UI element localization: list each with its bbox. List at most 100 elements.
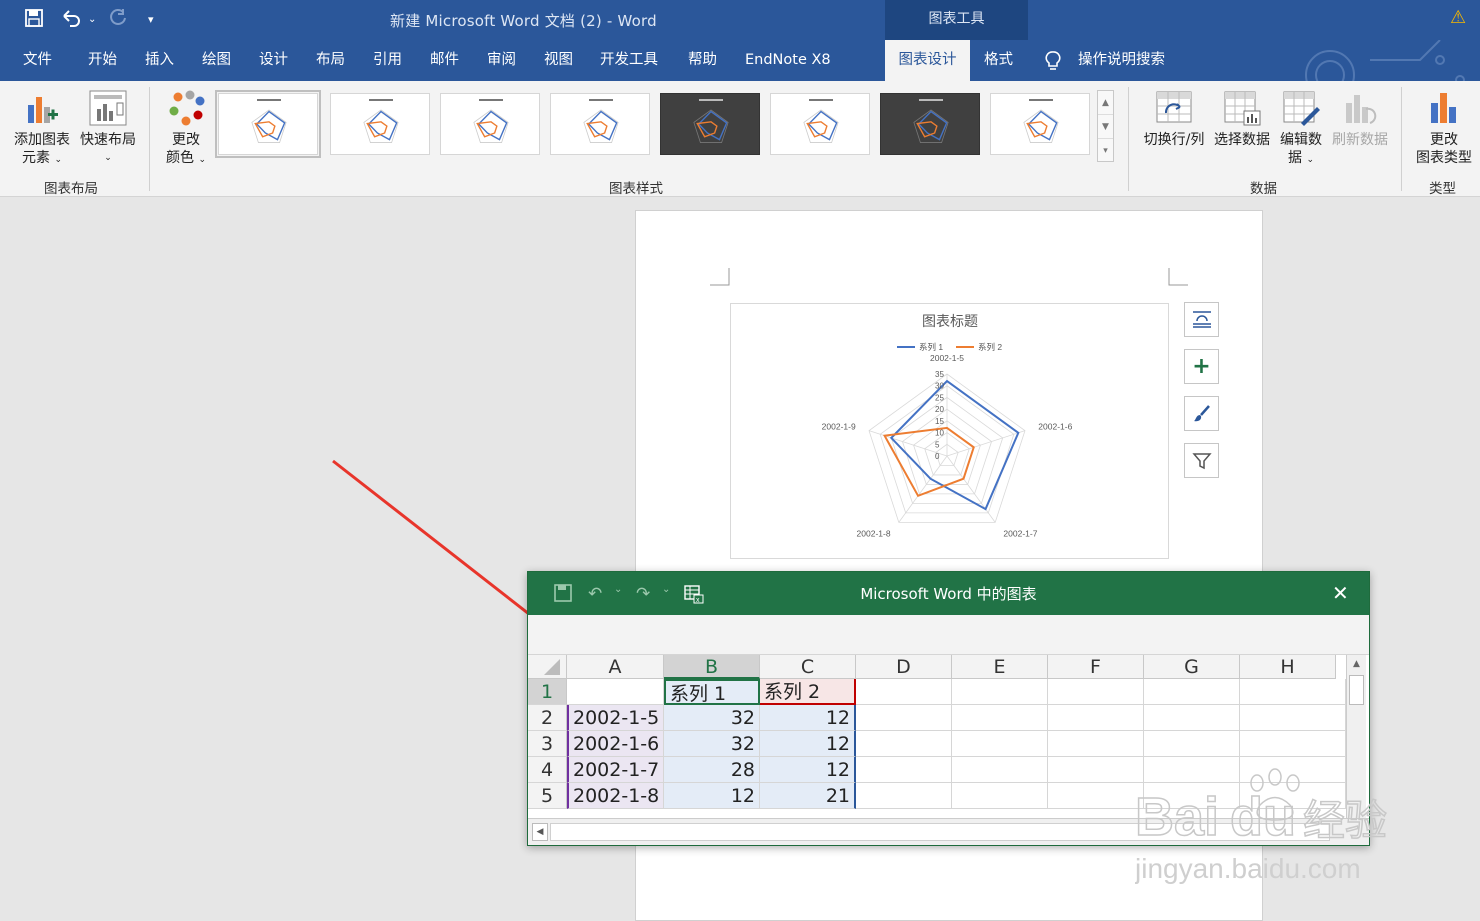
- chart-elements-button[interactable]: +: [1184, 349, 1219, 384]
- cell-c5[interactable]: 21: [760, 783, 856, 809]
- chart-styles-button[interactable]: [1184, 396, 1219, 431]
- cell-a3[interactable]: 2002-1-6: [567, 731, 664, 757]
- column-header-g[interactable]: G: [1144, 655, 1240, 679]
- quick-layout-button[interactable]: 快速布局 ⌄: [76, 89, 140, 167]
- cell-b2[interactable]: 32: [664, 705, 760, 731]
- empty-cell[interactable]: [856, 731, 952, 757]
- refresh-data-button[interactable]: 刷新数据: [1328, 89, 1392, 149]
- chart-style-7[interactable]: [880, 93, 980, 155]
- chart-filters-button[interactable]: [1184, 443, 1219, 478]
- gallery-up-icon[interactable]: ▲: [1098, 91, 1113, 115]
- empty-cell[interactable]: [1048, 783, 1144, 809]
- cell-a4[interactable]: 2002-1-7: [567, 757, 664, 783]
- column-header-c[interactable]: C: [760, 655, 856, 679]
- change-chart-type-button[interactable]: 更改 图表类型: [1410, 89, 1478, 167]
- chart-legend[interactable]: 系列 1 系列 2: [897, 342, 1002, 352]
- empty-cell[interactable]: [952, 783, 1048, 809]
- empty-cell[interactable]: [952, 705, 1048, 731]
- radar-chart[interactable]: 图表标题 系列 1 系列 2 35 30 25 20 15 10 5 0 2002-1-5 200…: [730, 303, 1169, 559]
- excel-formula-area[interactable]: [528, 615, 1369, 655]
- row-header-2[interactable]: 2: [528, 705, 567, 731]
- column-header-h[interactable]: H: [1240, 655, 1336, 679]
- empty-cell[interactable]: [1048, 731, 1144, 757]
- tab-draw[interactable]: 绘图: [194, 40, 239, 81]
- save-icon[interactable]: [24, 8, 44, 35]
- chart-style-4[interactable]: [550, 93, 650, 155]
- scroll-thumb[interactable]: [1349, 675, 1364, 705]
- switch-row-column-button[interactable]: 切换行/列: [1140, 89, 1208, 149]
- empty-cell[interactable]: [856, 679, 952, 705]
- row-header-3[interactable]: 3: [528, 731, 567, 757]
- chart-style-6[interactable]: [770, 93, 870, 155]
- customize-qat-icon[interactable]: ▾: [148, 8, 154, 32]
- empty-cell[interactable]: [1144, 679, 1240, 705]
- empty-cell[interactable]: [1144, 731, 1240, 757]
- cell-b3[interactable]: 32: [664, 731, 760, 757]
- cell-b1[interactable]: 系列 1: [664, 679, 760, 705]
- warning-icon[interactable]: ⚠: [1450, 7, 1466, 28]
- tab-developer[interactable]: 开发工具: [592, 40, 666, 81]
- tab-review[interactable]: 审阅: [479, 40, 524, 81]
- chart-style-5[interactable]: [660, 93, 760, 155]
- scroll-up-icon[interactable]: ▲: [1347, 655, 1366, 673]
- tab-insert[interactable]: 插入: [137, 40, 182, 81]
- row-header-5[interactable]: 5: [528, 783, 567, 809]
- column-header-e[interactable]: E: [952, 655, 1048, 679]
- column-header-f[interactable]: F: [1048, 655, 1144, 679]
- cell-b5[interactable]: 12: [664, 783, 760, 809]
- change-colors-button[interactable]: 更改 颜色 ⌄: [160, 89, 212, 169]
- row-header-4[interactable]: 4: [528, 757, 567, 783]
- empty-cell[interactable]: [1240, 679, 1346, 705]
- empty-cell[interactable]: [952, 731, 1048, 757]
- tab-help[interactable]: 帮助: [680, 40, 725, 81]
- tab-endnote[interactable]: EndNote X8: [737, 40, 839, 81]
- cell-c1[interactable]: 系列 2: [760, 679, 856, 705]
- chart-style-8[interactable]: [990, 93, 1090, 155]
- redo-icon[interactable]: [108, 8, 128, 35]
- tab-mailings[interactable]: 邮件: [422, 40, 467, 81]
- empty-cell[interactable]: [1144, 705, 1240, 731]
- empty-cell[interactable]: [856, 783, 952, 809]
- chart-style-2[interactable]: [330, 93, 430, 155]
- empty-cell[interactable]: [952, 679, 1048, 705]
- empty-cell[interactable]: [952, 757, 1048, 783]
- tab-view[interactable]: 视图: [536, 40, 581, 81]
- tab-home[interactable]: 开始: [80, 40, 125, 81]
- select-data-button[interactable]: 选择数据: [1210, 89, 1274, 149]
- gallery-down-icon[interactable]: ▼: [1098, 115, 1113, 139]
- row-header-1[interactable]: 1: [528, 679, 567, 705]
- add-chart-element-button[interactable]: 添加图表 元素 ⌄: [10, 91, 74, 169]
- cell-a1[interactable]: [567, 679, 664, 705]
- layout-options-button[interactable]: [1184, 302, 1219, 337]
- empty-cell[interactable]: [856, 705, 952, 731]
- empty-cell[interactable]: [1048, 757, 1144, 783]
- cell-b4[interactable]: 28: [664, 757, 760, 783]
- tab-design[interactable]: 设计: [251, 40, 296, 81]
- gallery-scroll[interactable]: ▲ ▼ ▾: [1097, 90, 1114, 162]
- edit-data-button[interactable]: 编辑数 据 ⌄: [1276, 89, 1326, 169]
- empty-cell[interactable]: [1048, 705, 1144, 731]
- select-all-corner[interactable]: [528, 655, 567, 679]
- cell-c3[interactable]: 12: [760, 731, 856, 757]
- undo-dropdown-icon[interactable]: ⌄: [88, 8, 96, 32]
- scroll-left-icon[interactable]: ◀: [532, 823, 548, 841]
- close-icon[interactable]: ✕: [1332, 581, 1349, 605]
- tab-references[interactable]: 引用: [365, 40, 410, 81]
- undo-icon[interactable]: [60, 8, 82, 35]
- column-header-a[interactable]: A: [567, 655, 664, 679]
- tab-chart-design[interactable]: 图表设计: [885, 40, 970, 81]
- tab-layout[interactable]: 布局: [308, 40, 353, 81]
- gallery-more-icon[interactable]: ▾: [1098, 139, 1113, 163]
- tab-format[interactable]: 格式: [976, 40, 1021, 81]
- empty-cell[interactable]: [856, 757, 952, 783]
- cell-c2[interactable]: 12: [760, 705, 856, 731]
- chart-style-3[interactable]: [440, 93, 540, 155]
- chart-title[interactable]: 图表标题: [922, 313, 978, 329]
- cell-c4[interactable]: 12: [760, 757, 856, 783]
- empty-cell[interactable]: [1048, 679, 1144, 705]
- cell-a2[interactable]: 2002-1-5: [567, 705, 664, 731]
- column-header-d[interactable]: D: [856, 655, 952, 679]
- empty-cell[interactable]: [1240, 705, 1346, 731]
- empty-cell[interactable]: [1240, 731, 1346, 757]
- tell-me-search[interactable]: 操作说明搜索: [1070, 40, 1173, 81]
